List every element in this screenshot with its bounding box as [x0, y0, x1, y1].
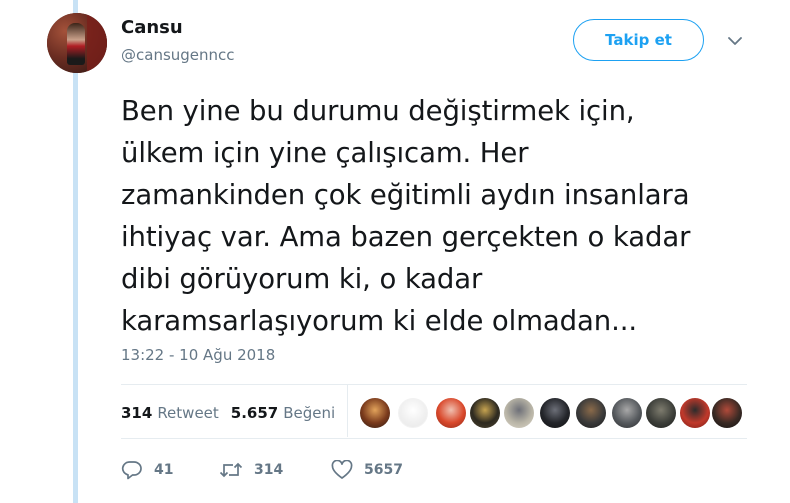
liker-avatar[interactable] [470, 398, 500, 428]
thread-line [73, 0, 78, 503]
liker-avatar[interactable] [612, 398, 642, 428]
liker-avatar[interactable] [398, 398, 428, 428]
tweet-stats: 314 Retweet 5.657 Beğeni [121, 404, 347, 422]
tweet-line: dibi görüyorum ki, o kadar [121, 263, 483, 295]
follow-button[interactable]: Takip et [573, 19, 704, 61]
retweet-stat-label: Retweet [157, 404, 219, 422]
retweet-action[interactable]: 314 [219, 460, 331, 480]
retweet-stat-count: 314 [121, 404, 153, 422]
like-stat-label: Beğeni [283, 404, 336, 422]
avatar[interactable] [47, 13, 107, 73]
tweet-line: ülkem için yine çalışıcam. Her [121, 137, 529, 169]
user-handle[interactable]: @cansugenncc [121, 46, 235, 64]
retweet-stat[interactable]: 314 Retweet [121, 404, 219, 422]
tweet-line: Ben yine bu durumu değiştirmek için, [121, 95, 635, 127]
divider [121, 438, 747, 439]
reply-count: 41 [154, 462, 174, 478]
tweet-timestamp[interactable]: 13:22 - 10 Ağu 2018 [121, 346, 275, 364]
divider [121, 384, 747, 385]
liker-avatar[interactable] [680, 398, 710, 428]
reply-icon [121, 461, 142, 480]
retweet-count: 314 [254, 462, 284, 478]
tweet-line: ihtiyaç var. Ama bazen gerçekten o kadar [121, 221, 691, 253]
like-stat[interactable]: 5.657 Beğeni [231, 404, 335, 422]
liker-avatar[interactable] [540, 398, 570, 428]
chevron-down-icon[interactable] [728, 36, 742, 46]
avatar-background-detail [87, 13, 107, 73]
like-stat-count: 5.657 [230, 404, 279, 422]
tweet-text: Ben yine bu durumu değiştirmek için, ülk… [121, 90, 761, 342]
reply-action[interactable]: 41 [121, 460, 219, 480]
liker-avatar[interactable] [504, 398, 534, 428]
stats-separator [347, 385, 348, 437]
liker-avatar[interactable] [576, 398, 606, 428]
user-name[interactable]: Cansu [121, 17, 183, 38]
tweet-line: zamankinden çok eğitimli aydın insanlara [121, 179, 690, 211]
retweet-icon [219, 462, 243, 478]
like-count: 5657 [364, 462, 403, 478]
liker-avatar[interactable] [436, 398, 466, 428]
liker-avatar[interactable] [712, 398, 742, 428]
tweet-line: karamsarlaşıyorum ki elde olmadan... [121, 305, 637, 337]
like-action[interactable]: 5657 [331, 460, 403, 480]
liker-avatar[interactable] [646, 398, 676, 428]
avatar-figure [67, 23, 85, 65]
liker-avatar[interactable] [360, 398, 390, 428]
heart-icon [331, 460, 353, 479]
tweet-actions: 41 314 5657 [121, 460, 403, 480]
